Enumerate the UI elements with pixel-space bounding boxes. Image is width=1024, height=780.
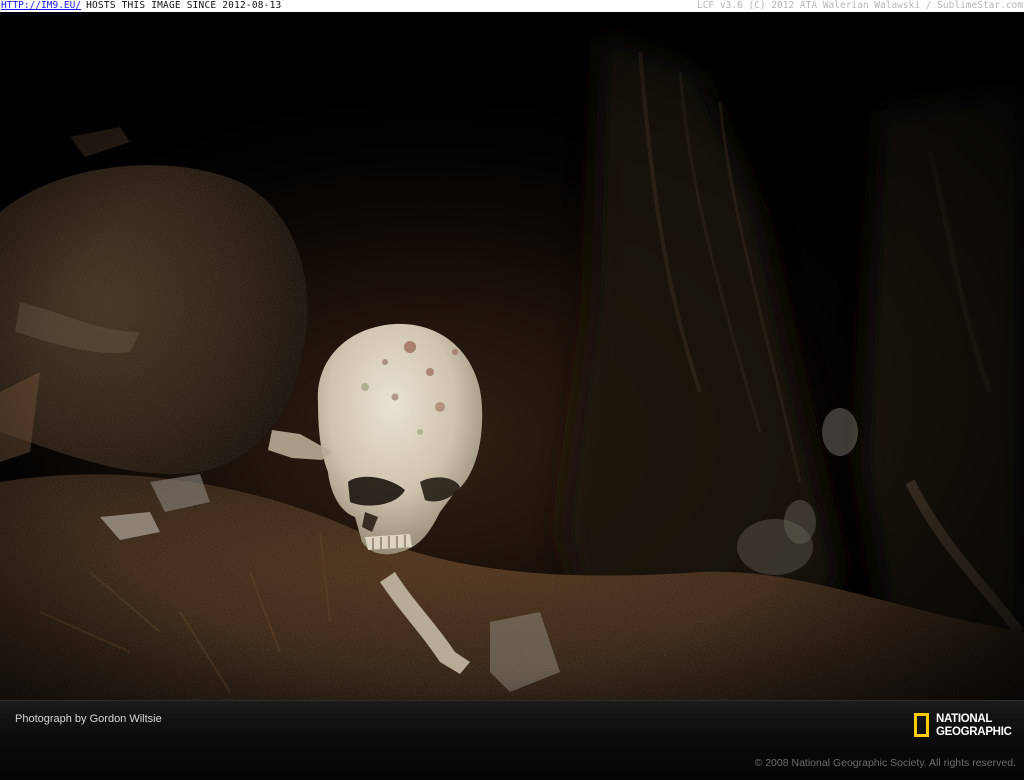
host-link[interactable]: HTTP://IM9.EU/ [1, 0, 81, 11]
caption-bar: Photograph by Gordon Wiltsie NATIONAL GE… [0, 700, 1024, 780]
banner-left: HTTP://IM9.EU/HOSTS THIS IMAGE SINCE 201… [1, 0, 281, 12]
host-text: HOSTS THIS IMAGE SINCE 2012-08-13 [86, 0, 282, 11]
logo-line1: NATIONAL [936, 713, 993, 725]
yellow-border-icon [914, 713, 929, 737]
national-geographic-logo[interactable]: NATIONAL GEOGRAPHIC [914, 712, 1018, 742]
copyright-notice: © 2008 National Geographic Society. All … [754, 757, 1016, 769]
version-text: LCF v3.6 (C) 2012 ATA Walerian Walawski … [696, 0, 1023, 11]
photograph [0, 12, 1024, 700]
hosting-banner: HTTP://IM9.EU/HOSTS THIS IMAGE SINCE 201… [0, 0, 1024, 12]
photo-credit: Photograph by Gordon Wiltsie [15, 713, 162, 725]
skull-photo [0, 12, 1024, 700]
logo-line2: GEOGRAPHIC [936, 726, 1012, 738]
page: HTTP://IM9.EU/HOSTS THIS IMAGE SINCE 201… [0, 0, 1024, 780]
